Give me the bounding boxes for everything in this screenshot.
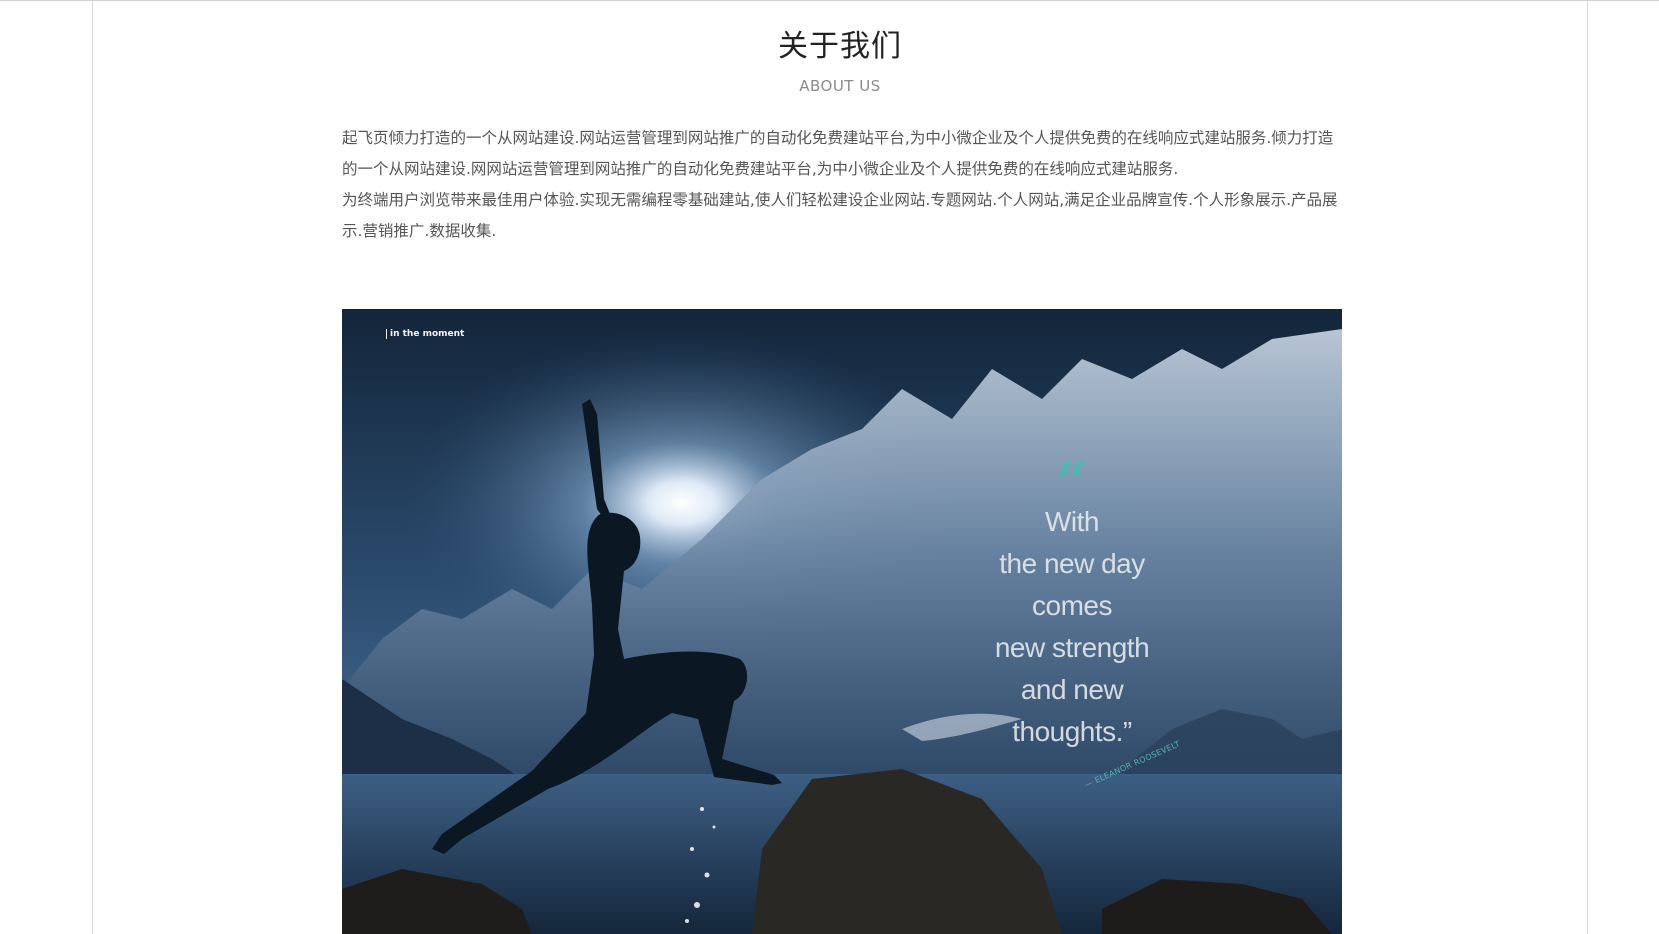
page-frame: 关于我们 ABOUT US 起飞页倾力打造的一个从网站建设.网站运营管理到网站推… bbox=[0, 0, 1659, 934]
quote-line: comes bbox=[1032, 590, 1112, 621]
section-title: 关于我们 bbox=[778, 29, 902, 64]
quote-line: new strength bbox=[994, 632, 1150, 663]
section-subtitle: ABOUT US bbox=[799, 77, 881, 95]
quote-mark-icon: “ bbox=[1056, 449, 1088, 513]
photo-quote: With the new day comes new strength and … bbox=[932, 501, 1212, 753]
photo-tagline: in the moment bbox=[386, 329, 464, 339]
about-paragraph-2: 为终端用户浏览带来最佳用户体验.实现无需编程零基础建站,使人们轻松建设企业网站.… bbox=[342, 191, 1338, 240]
quote-line: and new bbox=[1020, 674, 1124, 705]
quote-line: With bbox=[1045, 506, 1100, 537]
yoga-mountain-photo: in the moment “ With the new day comes n… bbox=[342, 309, 1342, 934]
quote-line: the new day bbox=[999, 548, 1145, 579]
about-section: 关于我们 ABOUT US 起飞页倾力打造的一个从网站建设.网站运营管理到网站推… bbox=[92, 1, 1588, 934]
about-paragraph-1: 起飞页倾力打造的一个从网站建设.网站运营管理到网站推广的自动化免费建站平台,为中… bbox=[342, 129, 1334, 178]
about-text: 起飞页倾力打造的一个从网站建设.网站运营管理到网站推广的自动化免费建站平台,为中… bbox=[342, 123, 1342, 247]
